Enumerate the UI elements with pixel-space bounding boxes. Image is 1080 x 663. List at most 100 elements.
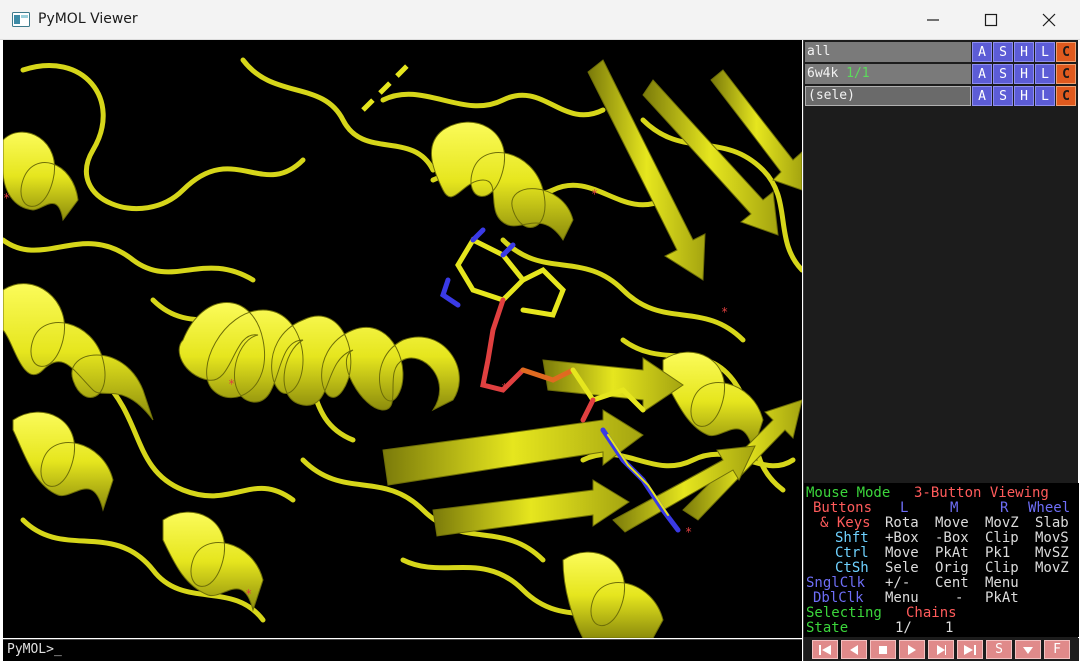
click-type: SnglClk [806, 575, 866, 591]
dropdown-button[interactable] [1015, 640, 1041, 659]
col-right: R [1000, 500, 1009, 516]
step-back-button[interactable] [841, 640, 867, 659]
svg-text:*: * [721, 305, 728, 319]
step-forward-icon [937, 644, 946, 655]
binding-cell: Move [885, 545, 919, 561]
binding-cell: MovZ [1035, 560, 1069, 576]
action-button[interactable]: A [972, 42, 992, 62]
object-name[interactable]: 6w4k 1/1 [805, 64, 971, 84]
binding-cell: Clip [985, 560, 1019, 576]
svg-text:*: * [3, 191, 10, 205]
label-button[interactable]: L [1035, 64, 1055, 84]
hide-button[interactable]: H [1014, 64, 1034, 84]
binding-cell: MvSZ [1035, 545, 1069, 561]
show-button[interactable]: S [993, 86, 1013, 106]
play-icon [908, 644, 916, 655]
hide-button[interactable]: H [1014, 86, 1034, 106]
color-button[interactable]: C [1056, 42, 1076, 62]
svg-text:*: * [228, 377, 235, 391]
minimize-icon [927, 19, 939, 21]
state-value: 1/ [895, 620, 912, 636]
binding-cell: Clip [985, 530, 1019, 546]
maximize-button[interactable] [962, 0, 1020, 40]
stop-button[interactable] [870, 640, 896, 659]
svg-text:*: * [591, 187, 598, 201]
window-title: PyMOL Viewer [38, 11, 138, 27]
skip-start-icon [819, 644, 831, 655]
svg-text:*: * [685, 525, 692, 539]
selecting-label: Selecting [806, 605, 882, 621]
movie-controls: S F [804, 638, 1079, 661]
mouse-mode-panel[interactable]: Mouse Mode 3-Button Viewing Buttons L M … [804, 483, 1079, 637]
binding-cell: -Box [935, 530, 969, 546]
close-button[interactable] [1020, 0, 1078, 40]
title-bar: PyMOL Viewer [0, 0, 1080, 40]
binding-cell: Move [935, 515, 969, 531]
label-button[interactable]: L [1035, 86, 1055, 106]
binding-cell: Orig [935, 560, 969, 576]
state-label: State [806, 620, 849, 636]
mouse-mode-label: Mouse Mode [806, 485, 891, 501]
maximize-icon [984, 13, 998, 27]
binding-cell: MovS [1035, 530, 1069, 546]
binding-cell: - [955, 590, 964, 606]
col-wheel: Wheel [1028, 500, 1071, 516]
action-button[interactable]: A [972, 86, 992, 106]
label-button[interactable]: L [1035, 42, 1055, 62]
modifier-key: CtSh [835, 560, 869, 576]
molecule-viewport[interactable]: * * * * * * * [3, 40, 802, 638]
protein-ribbon-render: * * * * * * * [3, 57, 802, 638]
color-button[interactable]: C [1056, 64, 1076, 84]
binding-cell: +/- [885, 575, 911, 591]
binding-cell: Sele [885, 560, 919, 576]
fullscreen-button[interactable]: F [1044, 640, 1070, 659]
show-button[interactable]: S [993, 42, 1013, 62]
binding-cell: Slab [1035, 515, 1069, 531]
modifier-key: Shft [835, 530, 869, 546]
object-state: 1/1 [846, 66, 870, 81]
pymol-app-icon [12, 12, 30, 27]
binding-cell: +Box [885, 530, 919, 546]
buttons-label: Buttons [813, 500, 873, 516]
object-name[interactable]: (sele) [805, 86, 971, 106]
skip-end-button[interactable] [957, 640, 983, 659]
hide-button[interactable]: H [1014, 42, 1034, 62]
close-icon [1042, 13, 1056, 27]
color-button[interactable]: C [1056, 86, 1076, 106]
object-panel: all A S H L C 6w4k 1/1 A S H L C (sele) … [803, 40, 1079, 661]
binding-cell: Cent [935, 575, 969, 591]
modifier-key: Ctrl [835, 545, 869, 561]
binding-cell: Pk1 [985, 545, 1011, 561]
object-name[interactable]: all [805, 42, 971, 62]
object-row-all[interactable]: all A S H L C [804, 41, 1079, 62]
col-middle: M [950, 500, 959, 516]
binding-cell: PkAt [935, 545, 969, 561]
object-row-sele[interactable]: (sele) A S H L C [804, 85, 1079, 106]
object-row-6w4k[interactable]: 6w4k 1/1 A S H L C [804, 63, 1079, 84]
command-line[interactable]: PyMOL>_ [3, 639, 802, 661]
selecting-value[interactable]: Chains [906, 606, 957, 621]
show-button[interactable]: S [993, 64, 1013, 84]
stop-icon [879, 645, 887, 654]
svg-text:*: * [501, 381, 508, 395]
state-total: 1 [945, 620, 954, 636]
rewind-button[interactable] [812, 640, 838, 659]
step-back-icon [850, 644, 858, 655]
play-button[interactable] [899, 640, 925, 659]
binding-cell: Menu [885, 590, 919, 606]
chevron-down-icon [1023, 646, 1033, 654]
command-prompt[interactable]: PyMOL>_ [7, 642, 62, 657]
mouse-mode-value[interactable]: 3-Button Viewing [914, 486, 1049, 501]
minimize-button[interactable] [904, 0, 962, 40]
binding-cell: Menu [985, 575, 1019, 591]
svg-text:*: * [245, 587, 252, 601]
binding-cell: Rota [885, 515, 919, 531]
binding-cell: PkAt [985, 590, 1019, 606]
step-forward-button[interactable] [928, 640, 954, 659]
col-left: L [900, 500, 909, 516]
scene-button[interactable]: S [986, 640, 1012, 659]
click-type: DblClk [813, 590, 864, 606]
skip-end-icon [964, 644, 976, 655]
keys-label: & Keys [820, 515, 871, 531]
action-button[interactable]: A [972, 64, 992, 84]
